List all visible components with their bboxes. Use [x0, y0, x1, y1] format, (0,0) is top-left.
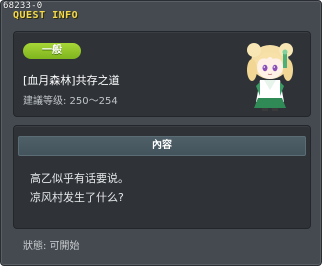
quest-content-panel: 內容 高乙似乎有话要说。 凉风村发生了什么? [13, 125, 311, 229]
content-line: 凉风村发生了什么? [30, 191, 124, 204]
npc-portrait-icon [247, 43, 293, 111]
quest-header-panel: 一般 [血月森林]共存之道 建議等级: 250～254 [13, 31, 311, 117]
quest-info-window: 68233-0 QUEST INFO 一般 [血月森林]共存之道 建議等级: 2… [0, 0, 322, 266]
content-section-title: 內容 [18, 136, 306, 156]
content-line: 高乙似乎有话要说。 [30, 172, 129, 185]
quest-status: 狀態: 可開始 [23, 241, 80, 252]
window-title: QUEST INFO [13, 10, 79, 21]
quest-name: [血月森林]共存之道 [23, 74, 120, 87]
category-badge: 一般 [23, 43, 81, 59]
level-requirement: 建議等级: 250～254 [23, 96, 118, 107]
